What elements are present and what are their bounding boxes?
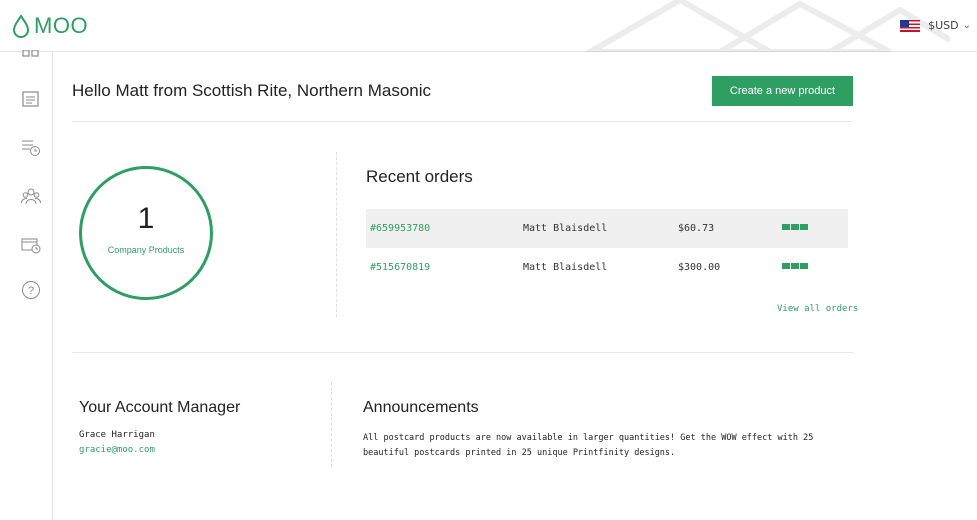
- divider: [72, 121, 853, 122]
- currency-selector[interactable]: $USD ⌄: [900, 19, 971, 32]
- svg-text:?: ?: [28, 285, 34, 297]
- company-products-summary[interactable]: 1 Company Products: [79, 166, 213, 300]
- view-all-orders-link[interactable]: View all orders: [777, 304, 858, 314]
- create-product-button[interactable]: Create a new product: [712, 76, 853, 106]
- announcements-title: Announcements: [363, 399, 479, 416]
- recent-orders-table: #659953780 Matt Blaisdell $60.73 #515670…: [366, 209, 848, 287]
- orders-history-icon[interactable]: [21, 137, 41, 157]
- order-id-link[interactable]: #515670819: [370, 262, 430, 273]
- us-flag-icon: [900, 19, 921, 32]
- top-bar: MOO $USD ⌄: [0, 0, 977, 52]
- header-background-pattern: [584, 0, 950, 52]
- order-status-indicator: [782, 224, 808, 230]
- order-row[interactable]: #515670819 Matt Blaisdell $300.00: [366, 248, 848, 287]
- order-price: $60.73: [678, 223, 715, 234]
- account-manager-email-link[interactable]: gracie@moo.com: [79, 445, 155, 455]
- order-customer: Matt Blaisdell: [523, 262, 608, 273]
- account-manager-name: Grace Harrigan: [79, 430, 155, 440]
- order-customer: Matt Blaisdell: [523, 223, 608, 234]
- help-icon[interactable]: ?: [21, 280, 41, 300]
- divider: [72, 352, 853, 353]
- currency-label: $USD: [928, 19, 959, 32]
- brand-name: MOO: [34, 13, 89, 38]
- order-price: $300.00: [678, 262, 721, 273]
- products-count: 1: [137, 202, 155, 235]
- products-label: Company Products: [107, 245, 185, 255]
- announcement-text: All postcard products are now available …: [363, 433, 814, 458]
- chevron-down-icon: ⌄: [962, 20, 971, 31]
- recent-orders-title: Recent orders: [366, 167, 473, 186]
- products-icon[interactable]: [21, 89, 41, 109]
- column-divider: [336, 152, 337, 317]
- greeting-heading: Hello Matt from Scottish Rite, Northern …: [72, 81, 432, 100]
- drop-logo-icon: [12, 14, 30, 38]
- moo-logo[interactable]: MOO: [12, 13, 88, 39]
- sidebar: ?: [0, 49, 53, 520]
- order-id-link[interactable]: #659953780: [370, 223, 430, 234]
- order-status-indicator: [782, 263, 808, 269]
- order-row[interactable]: #659953780 Matt Blaisdell $60.73: [366, 209, 848, 248]
- grid-icon[interactable]: [21, 49, 41, 70]
- account-manager-title: Your Account Manager: [79, 399, 241, 416]
- billing-icon[interactable]: [21, 235, 41, 255]
- users-icon[interactable]: [21, 186, 41, 206]
- column-divider: [331, 382, 332, 467]
